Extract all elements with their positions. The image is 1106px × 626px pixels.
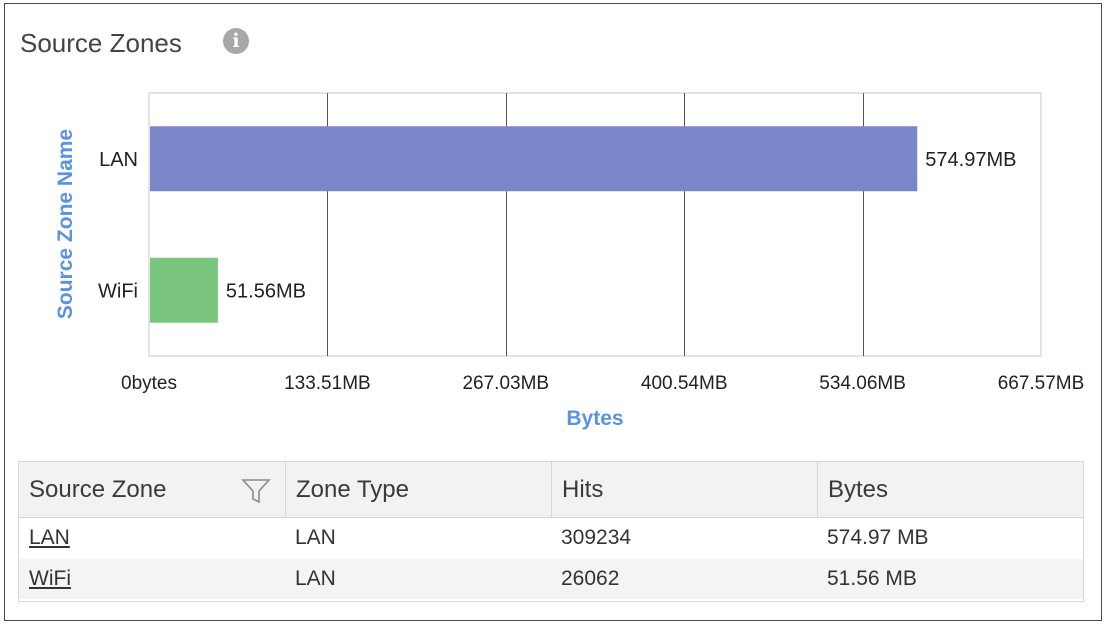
x-tick-label: 534.06MB xyxy=(819,373,906,394)
column-header-bytes[interactable]: Bytes xyxy=(817,462,1083,518)
category-label: WiFi xyxy=(98,280,138,302)
zone-type-cell: LAN xyxy=(295,526,336,549)
bytes-cell: 51.56 MB xyxy=(827,567,917,590)
bytes-cell: 574.97 MB xyxy=(827,526,929,549)
column-header-label: Hits xyxy=(562,476,604,503)
x-tick-label: 400.54MB xyxy=(641,373,728,394)
column-header-label: Zone Type xyxy=(296,476,409,503)
filter-icon[interactable] xyxy=(241,478,271,504)
column-header-label: Bytes xyxy=(828,476,889,503)
hits-cell: 26062 xyxy=(561,567,620,590)
y-axis-title: Source Zone Name xyxy=(54,129,77,319)
hits-cell: 309234 xyxy=(561,526,632,549)
bar-wifi xyxy=(150,257,218,323)
source-zone-cell: WiFi xyxy=(19,559,285,599)
source-zones-chart: 0bytes 133.51MB 267.03MB 400.54MB 534.06MB 66… xyxy=(54,92,1085,430)
data-label: 574.97MB xyxy=(925,149,1016,171)
table-row: WiFi LAN 26062 51.56 MB xyxy=(19,559,1083,599)
table-row: LAN LAN 309234 574.97 MB xyxy=(19,518,1083,558)
source-zones-table: Source Zone Zone Type Hits Bytes LAN LAN… xyxy=(18,461,1084,602)
column-header-zone-type[interactable]: Zone Type xyxy=(285,462,551,518)
source-zone-cell: LAN xyxy=(19,518,285,558)
column-header-hits[interactable]: Hits xyxy=(551,462,817,518)
column-header-source-zone[interactable]: Source Zone xyxy=(19,462,285,518)
category-label: LAN xyxy=(99,149,138,171)
table-header: Source Zone Zone Type Hits Bytes xyxy=(19,462,1083,518)
bar-lan xyxy=(150,126,918,192)
x-axis-title: Bytes xyxy=(566,407,623,430)
data-label: 51.56MB xyxy=(226,280,306,302)
column-header-label: Source Zone xyxy=(29,476,167,503)
x-tick-label: 667.57MB xyxy=(998,373,1085,394)
x-tick-label: 0bytes xyxy=(121,373,177,394)
zone-type-cell: LAN xyxy=(295,567,336,590)
x-tick-label: 267.03MB xyxy=(462,373,549,394)
source-zone-link-lan[interactable]: LAN xyxy=(29,526,70,549)
source-zone-link-wifi[interactable]: WiFi xyxy=(29,567,71,590)
x-tick-label: 133.51MB xyxy=(284,373,371,394)
